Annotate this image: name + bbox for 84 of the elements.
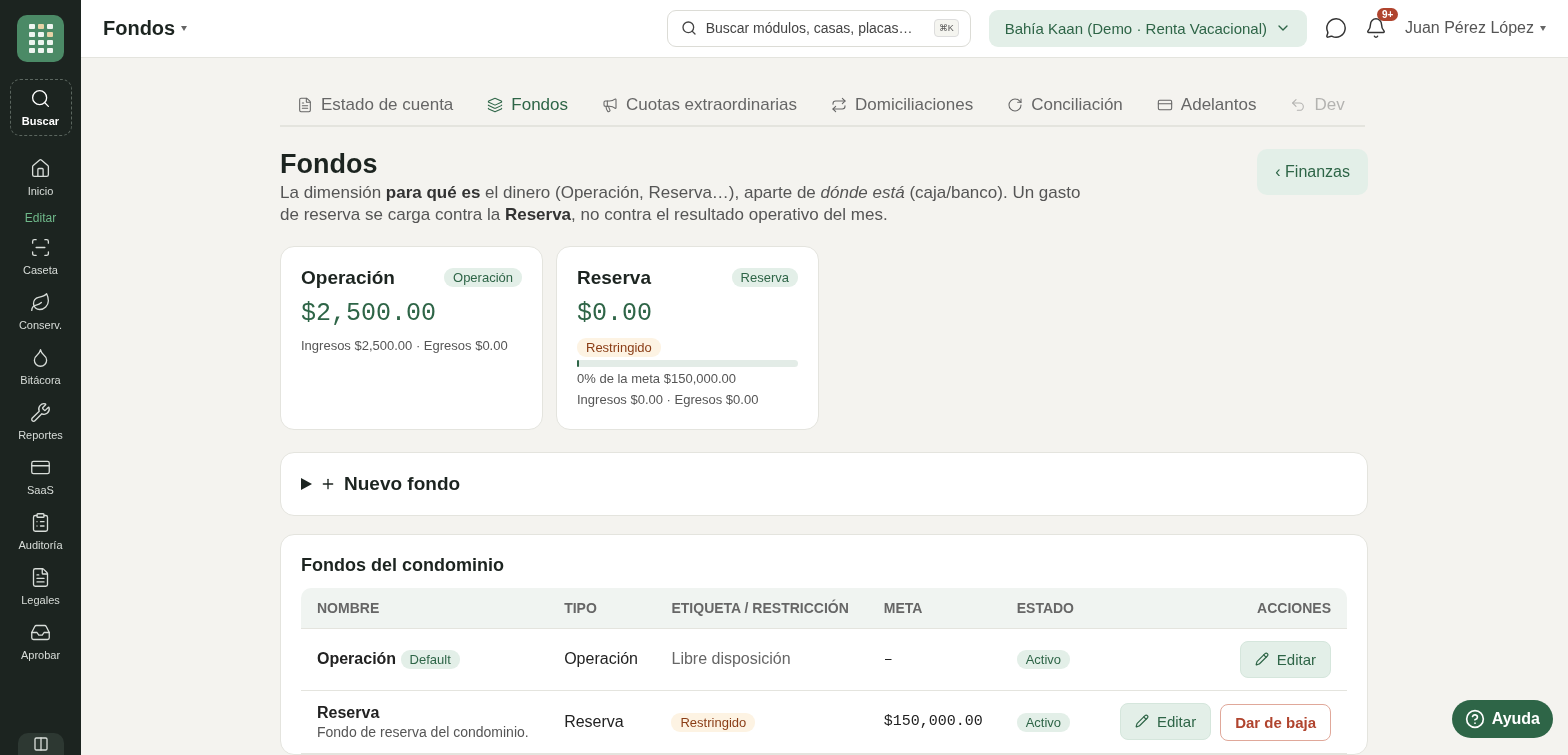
sidebar-item[interactable]: Reportes	[9, 394, 72, 449]
sidebar-item[interactable]: Caseta	[9, 229, 72, 284]
column-header: NOMBRE	[301, 587, 549, 628]
search-button[interactable]: Buscar	[9, 79, 72, 136]
table-cell: $150,000.00	[867, 690, 1001, 754]
column-header: TIPO	[548, 587, 656, 628]
table-cell: Libre disposición	[655, 628, 868, 690]
layers-icon	[487, 96, 504, 113]
repeat-icon	[831, 96, 848, 113]
undo-icon	[1290, 96, 1307, 113]
fund-summary: Ingresos $2,500.00 · Egresos $0.00	[301, 337, 509, 353]
help-icon	[1464, 709, 1485, 729]
fund-name: Operación	[301, 266, 395, 289]
tab[interactable]: Fondos	[470, 86, 586, 125]
page-title: Fondos	[280, 148, 379, 180]
edit-button[interactable]: Editar	[1239, 640, 1331, 678]
caret-icon	[181, 25, 188, 31]
fund-description: Fondo de reserva del condominio.	[317, 723, 530, 740]
sidebar-item[interactable]: SaaS	[9, 449, 72, 504]
table-cell: Operación	[548, 628, 656, 690]
sidebar-item[interactable]: Legales	[9, 559, 72, 614]
column-header: META	[867, 587, 1001, 628]
sidebar-section-label: Editar	[24, 211, 57, 225]
app-grid-logo[interactable]	[17, 15, 64, 62]
pencil-icon	[1254, 652, 1269, 666]
fund-balance: $2,500.00	[301, 298, 438, 328]
sidebar-toggle-button[interactable]	[17, 733, 64, 755]
fund-name: Reserva	[317, 703, 380, 721]
help-button[interactable]: Ayuda	[1451, 700, 1553, 738]
document-icon	[30, 567, 51, 588]
goal-text: 0% de la meta $150,000.00	[577, 370, 737, 386]
sidebar-item[interactable]: Conserv.	[9, 284, 72, 339]
megaphone-icon	[602, 96, 619, 113]
refresh-icon	[1007, 96, 1024, 113]
deactivate-button[interactable]: Dar de baja	[1220, 704, 1331, 741]
search-icon	[30, 88, 51, 109]
tab[interactable]: Conciliación	[990, 86, 1140, 125]
sidebar-item[interactable]: Aprobar	[9, 614, 72, 669]
notifications-button[interactable]	[1365, 17, 1387, 40]
page-menu-button[interactable]: Fondos	[103, 16, 188, 40]
workspace-selector[interactable]: Bahía Kaan (Demo · Renta Vacacional)	[988, 9, 1307, 47]
clipboard-icon	[30, 512, 51, 533]
column-header: ETIQUETA / RESTRICCIÓN	[655, 587, 868, 628]
fund-name: Operación	[317, 650, 397, 667]
sidebar-item[interactable]: Inicio	[9, 150, 72, 205]
scan-frame-icon	[30, 237, 51, 258]
fund-summary: Ingresos $0.00 · Egresos $0.00	[577, 391, 760, 407]
tab[interactable]: Domiciliaciones	[814, 86, 991, 125]
chat-button[interactable]	[1325, 17, 1347, 40]
caret-icon	[1540, 25, 1546, 31]
tab[interactable]: Estado de cuenta	[280, 86, 471, 125]
leaf-icon	[30, 292, 51, 313]
page-description: La dimensión para qué es el dinero (Operación, Reserva…), aparte de dónde está (caja/banco). Un gasto de reserva se carga contra la Reserva, no contra el resultado operativo del mes.	[280, 181, 1082, 226]
pencil-icon	[1134, 714, 1149, 728]
fund-balance: $0.00	[577, 298, 653, 328]
wrench-icon	[30, 402, 51, 423]
caret-right-icon	[301, 477, 312, 490]
inbox-icon	[30, 622, 51, 643]
sidebar-item[interactable]: Bitácora	[9, 339, 72, 394]
panels-icon	[32, 736, 49, 752]
fund-type-tag: Reserva	[731, 268, 798, 287]
table-cell: Reserva	[548, 690, 656, 754]
status-tag: Activo	[1016, 712, 1071, 732]
column-header: ACCIONES	[1091, 587, 1347, 628]
fund-type-tag: Operación	[444, 268, 522, 287]
edit-button[interactable]: Editar	[1119, 702, 1212, 740]
tab[interactable]: Adelantos	[1139, 86, 1274, 125]
table-title: Fondos del condominio	[301, 554, 505, 576]
restriction-tag: Restringido	[671, 712, 756, 732]
tab[interactable]: Cuotas extraordinarias	[585, 86, 815, 125]
table-cell: –	[867, 628, 1001, 690]
notification-count: 9+	[1377, 8, 1399, 22]
status-tag: Activo	[1016, 650, 1071, 669]
default-tag: Default	[400, 650, 460, 669]
home-icon	[30, 158, 51, 179]
new-fund-toggle[interactable]: Nuevo fondo	[280, 451, 1368, 516]
search-icon	[680, 19, 697, 36]
fund-name: Reserva	[577, 266, 651, 289]
restriction-tag: Restringido	[577, 337, 661, 357]
sidebar-item[interactable]: Auditoría	[9, 504, 72, 559]
user-menu-button[interactable]: Juan Pérez López	[1405, 19, 1546, 38]
back-link[interactable]: ‹ Finanzas	[1257, 148, 1368, 195]
column-header: ESTADO	[1000, 587, 1092, 628]
document-icon	[297, 96, 313, 113]
